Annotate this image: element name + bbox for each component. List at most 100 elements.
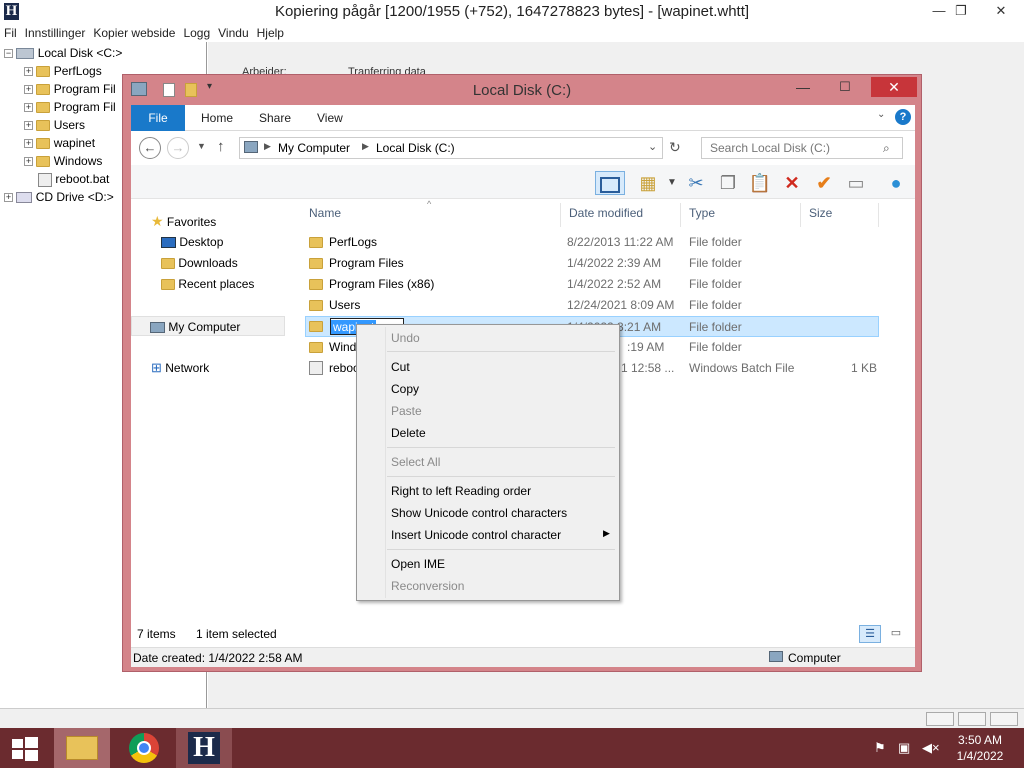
- tree-item-users[interactable]: + Users: [24, 116, 85, 134]
- volume-muted-icon[interactable]: ◀×: [922, 740, 940, 756]
- menu-help[interactable]: Hjelp: [253, 24, 288, 42]
- menu-item-cut[interactable]: Cut: [391, 357, 410, 377]
- search-icon: ⌕: [883, 141, 890, 155]
- menu-item-open-ime[interactable]: Open IME: [391, 554, 445, 574]
- forward-arrow-icon[interactable]: →: [167, 137, 189, 159]
- column-header-size[interactable]: Size: [803, 203, 879, 227]
- taskbar-httrack[interactable]: H: [176, 728, 232, 768]
- close-button[interactable]: ✕: [871, 77, 917, 97]
- expand-icon[interactable]: +: [24, 139, 33, 149]
- recent-locations-icon[interactable]: ▼: [197, 141, 206, 151]
- tree-item-program-files[interactable]: + Program Fil: [24, 80, 116, 98]
- menu-item-insert-unicode[interactable]: Insert Unicode control character: [391, 525, 561, 545]
- table-row[interactable]: Program Files (x86) 1/4/2022 2:52 AM Fil…: [305, 274, 879, 295]
- nav-desktop[interactable]: Desktop: [161, 232, 223, 252]
- up-arrow-icon[interactable]: ↑: [217, 138, 225, 155]
- nav-recent-places[interactable]: Recent places: [161, 274, 254, 294]
- taskbar-chrome[interactable]: [116, 728, 172, 768]
- collapse-icon[interactable]: −: [4, 49, 13, 59]
- table-row[interactable]: Users 12/24/2021 8:09 AM File folder: [305, 295, 879, 316]
- rename-icon[interactable]: ▭: [843, 171, 869, 195]
- menu-file[interactable]: Fil: [0, 24, 21, 42]
- search-input[interactable]: Search Local Disk (C:): [701, 137, 903, 159]
- nav-my-computer[interactable]: My Computer: [131, 316, 285, 336]
- breadcrumb-local-disk[interactable]: Local Disk (C:): [376, 141, 455, 155]
- delete-icon[interactable]: ✕: [779, 171, 805, 195]
- tree-item-perflogs[interactable]: + PerfLogs: [24, 62, 102, 80]
- preview-pane-icon[interactable]: [595, 171, 625, 195]
- table-row[interactable]: PerfLogs 8/22/2013 11:22 AM File folder: [305, 232, 879, 253]
- folder-icon: [36, 120, 51, 132]
- column-header-type[interactable]: Type: [683, 203, 801, 227]
- large-icons-view-icon[interactable]: ▭: [885, 625, 907, 643]
- menu-item-copy[interactable]: Copy: [391, 379, 419, 399]
- httrack-icon: H: [188, 732, 220, 764]
- address-bar[interactable]: ▶ My Computer ▶ Local Disk (C:) ⌄: [239, 137, 663, 159]
- nav-favorites[interactable]: ★ Favorites: [151, 211, 216, 231]
- menu-log[interactable]: Logg: [179, 24, 214, 42]
- tab-home[interactable]: Home: [201, 105, 233, 131]
- minimize-button[interactable]: —: [783, 77, 823, 97]
- chevron-down-icon[interactable]: ▼: [659, 171, 685, 195]
- nav-downloads[interactable]: Downloads: [161, 253, 238, 273]
- tab-view[interactable]: View: [317, 105, 343, 131]
- nav-network[interactable]: ⊞ Network: [151, 358, 209, 378]
- menu-item-reconversion[interactable]: Reconversion: [391, 576, 464, 596]
- file-type: File folder: [689, 298, 742, 312]
- back-arrow-icon[interactable]: ←: [139, 137, 161, 159]
- expand-icon[interactable]: +: [24, 85, 33, 95]
- expand-icon[interactable]: +: [24, 67, 33, 77]
- close-button[interactable]: ✕: [986, 2, 1016, 20]
- paste-icon[interactable]: 📋: [747, 171, 773, 195]
- maximize-button[interactable]: ☐: [825, 77, 865, 97]
- menu-item-select-all[interactable]: Select All: [391, 452, 440, 472]
- tree-item-wapinet[interactable]: + wapinet: [24, 134, 95, 152]
- details-view-icon[interactable]: ☰: [859, 625, 881, 643]
- checkmark-icon[interactable]: ✔: [811, 171, 837, 195]
- file-date: 1 12:58 ...: [621, 361, 675, 375]
- action-center-flag-icon[interactable]: ⚑: [874, 740, 886, 756]
- expand-icon[interactable]: +: [4, 193, 13, 203]
- menu-item-undo[interactable]: Undo: [391, 328, 420, 348]
- chevron-down-icon[interactable]: ⌄: [877, 109, 885, 120]
- expand-icon[interactable]: +: [24, 103, 33, 113]
- refresh-icon[interactable]: ↻: [669, 139, 681, 156]
- menu-item-rtl-reading-order[interactable]: Right to left Reading order: [391, 481, 531, 501]
- tree-item-d-drive[interactable]: + CD Drive <D:>: [4, 188, 114, 206]
- nav-label: My Computer: [168, 320, 241, 334]
- copy-icon[interactable]: ❐: [715, 171, 741, 195]
- column-header-name[interactable]: Name: [307, 203, 561, 227]
- menu-item-delete[interactable]: Delete: [391, 423, 426, 443]
- globe-icon[interactable]: ●: [883, 171, 909, 195]
- open-folder-icon[interactable]: ▦: [635, 171, 661, 195]
- tree-item-c-drive[interactable]: − Local Disk <C:>: [4, 44, 122, 62]
- menu-settings[interactable]: Innstillinger: [21, 24, 90, 42]
- chevron-right-icon[interactable]: ▶: [264, 141, 271, 152]
- explorer-titlebar[interactable]: ▾ Local Disk (C:) — ☐ ✕: [123, 75, 921, 105]
- menu-item-show-unicode[interactable]: Show Unicode control characters: [391, 503, 567, 523]
- taskbar-file-explorer[interactable]: [54, 728, 110, 768]
- clock[interactable]: 3:50 AM 1/4/2022: [944, 732, 1016, 764]
- column-header-date[interactable]: Date modified: [563, 203, 681, 227]
- chevron-right-icon[interactable]: ▶: [362, 141, 369, 152]
- restore-button[interactable]: ❐: [946, 2, 976, 20]
- expand-icon[interactable]: +: [24, 157, 33, 167]
- file-size: 1 KB: [851, 361, 878, 375]
- chevron-down-icon[interactable]: ⌄: [648, 140, 657, 153]
- tab-share[interactable]: Share: [259, 105, 291, 131]
- start-button[interactable]: [0, 728, 48, 768]
- tab-file[interactable]: File: [131, 105, 185, 131]
- expand-icon[interactable]: +: [24, 121, 33, 131]
- menu-window[interactable]: Vindu: [214, 24, 252, 42]
- windows-logo-pane: [12, 750, 23, 759]
- tree-item-reboot-bat[interactable]: reboot.bat: [38, 170, 109, 188]
- menu-item-paste[interactable]: Paste: [391, 401, 422, 421]
- tree-item-program-files-x86[interactable]: + Program Fil: [24, 98, 116, 116]
- tree-item-windows[interactable]: + Windows: [24, 152, 102, 170]
- cut-icon[interactable]: ✂: [683, 171, 709, 195]
- network-icon[interactable]: ▣: [898, 740, 910, 756]
- menu-copy-website[interactable]: Kopier webside: [89, 24, 179, 42]
- help-icon[interactable]: ?: [895, 109, 911, 125]
- table-row[interactable]: Program Files 1/4/2022 2:39 AM File fold…: [305, 253, 879, 274]
- breadcrumb-my-computer[interactable]: My Computer: [278, 141, 350, 155]
